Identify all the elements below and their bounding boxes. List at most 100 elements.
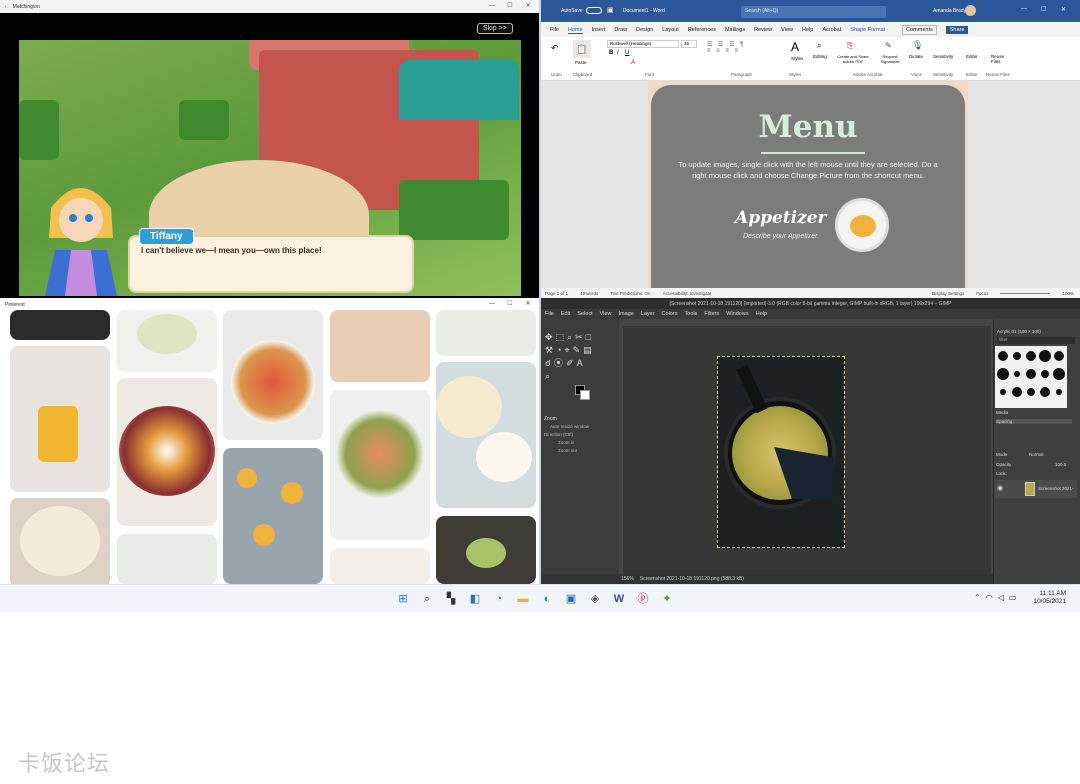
- layer-name[interactable]: Screenshot 2021-: [1038, 486, 1074, 491]
- font-name-select[interactable]: Rockwell (Headings): [607, 40, 679, 48]
- tab-references[interactable]: References: [688, 27, 716, 33]
- italic-button[interactable]: I: [617, 50, 619, 56]
- pin-card[interactable]: [117, 378, 217, 526]
- menu-instructions[interactable]: To update images, single click with the …: [675, 159, 941, 181]
- tab-design[interactable]: Design: [636, 27, 653, 33]
- tool-icons[interactable]: ✥⬚⌕✂□ ⚒◔⌖✎▤ ☌⦿✐A ⌕: [545, 331, 615, 383]
- layer-row[interactable]: ◉ Screenshot 2021-: [995, 480, 1077, 498]
- underline-button[interactable]: U: [625, 50, 629, 56]
- pin-card[interactable]: [10, 498, 110, 584]
- user-name[interactable]: Amanda Brady: [933, 8, 966, 14]
- game-titlebar[interactable]: ‹ Matchington: [0, 0, 539, 13]
- opacity-value[interactable]: 100.0: [1055, 462, 1066, 467]
- pinterest-taskbar-icon[interactable]: ⓟ: [634, 590, 652, 608]
- maximize-icon[interactable]: ☐: [1041, 6, 1046, 13]
- pin-card[interactable]: [223, 310, 323, 440]
- sensitivity-button[interactable]: Sensitivity: [933, 54, 953, 59]
- start-icon[interactable]: ⊞: [394, 590, 412, 608]
- tab-file[interactable]: File: [550, 27, 559, 33]
- minimize-icon[interactable]: —: [483, 0, 501, 13]
- bold-button[interactable]: B: [609, 50, 613, 56]
- media-label[interactable]: Media: [996, 410, 1008, 415]
- editing-button[interactable]: Editing: [813, 54, 827, 59]
- menu-edit[interactable]: Edit: [561, 311, 570, 317]
- pin-card[interactable]: [436, 362, 536, 508]
- tab-view[interactable]: View: [781, 27, 793, 33]
- create-pdf-button[interactable]: Create and Share Adobe PDF: [835, 54, 871, 64]
- autosave-toggle[interactable]: [586, 7, 602, 14]
- chat-icon[interactable]: ◔: [490, 590, 508, 608]
- undo-icon[interactable]: ↶: [551, 43, 559, 54]
- menu-select[interactable]: Select: [577, 311, 592, 317]
- spacing-label[interactable]: Spacing: [996, 419, 1072, 424]
- pin-card[interactable]: [10, 310, 110, 340]
- layer-mode-select[interactable]: Normal: [1029, 452, 1044, 457]
- paragraph-controls[interactable]: ☰ ☰ ☰ ¶ ≡ ≡ ≡ ≡: [707, 41, 787, 63]
- pin-card[interactable]: [117, 534, 217, 584]
- auto-resize-checkbox[interactable]: Auto-resize window: [550, 424, 589, 429]
- pin-card[interactable]: [117, 310, 217, 372]
- speaker-icon[interactable]: ◁: [998, 593, 1004, 602]
- menu-card[interactable]: Menu To update images, single click with…: [651, 85, 965, 288]
- word-taskbar-icon[interactable]: W: [610, 590, 628, 608]
- document-page[interactable]: Menu To update images, single click with…: [648, 81, 968, 288]
- avatar[interactable]: [965, 5, 976, 16]
- pin-card[interactable]: [436, 516, 536, 584]
- search-input[interactable]: Search (Alt+Q): [741, 6, 886, 18]
- back-icon[interactable]: ‹: [5, 4, 7, 10]
- autosave-label[interactable]: AutoSave: [561, 8, 583, 14]
- pin-card[interactable]: [330, 548, 430, 584]
- chevron-up-icon[interactable]: ⌃: [974, 593, 981, 602]
- menu-filters[interactable]: Filters: [704, 311, 719, 317]
- zoom-level[interactable]: 100%: [1062, 291, 1074, 296]
- zoom-slider[interactable]: [1000, 292, 1051, 294]
- tab-draw[interactable]: Draw: [614, 27, 627, 33]
- menu-windows[interactable]: Windows: [726, 311, 748, 317]
- search-icon[interactable]: ⌕: [817, 41, 821, 51]
- pin-card[interactable]: [10, 346, 110, 492]
- game-window[interactable]: ‹ Matchington — ☐ ✕ Skip >> Tiffany I ca…: [0, 0, 539, 298]
- save-icon[interactable]: ▣: [607, 6, 614, 14]
- document-area[interactable]: Menu To update images, single click with…: [541, 81, 1080, 288]
- gimp-taskbar-icon[interactable]: ◈: [586, 590, 604, 608]
- page-count[interactable]: Page 1 of 1: [545, 291, 568, 296]
- word-window[interactable]: AutoSave ▣ Document1 - Word Search (Alt+…: [541, 0, 1080, 298]
- menu-title[interactable]: Menu: [651, 109, 965, 145]
- pin-card[interactable]: [223, 448, 323, 584]
- brushes-grid[interactable]: [995, 346, 1067, 408]
- comments-button[interactable]: Comments: [902, 25, 937, 35]
- pin-card[interactable]: [330, 310, 430, 382]
- paste-button[interactable]: 📋: [573, 40, 591, 58]
- file-explorer-icon[interactable]: ▬: [514, 590, 532, 608]
- close-icon[interactable]: ✕: [1061, 6, 1066, 13]
- zoom-select[interactable]: 156%: [621, 576, 634, 582]
- focus-button[interactable]: Focus: [976, 291, 988, 296]
- styles-button[interactable]: A: [791, 40, 799, 54]
- font-color-button[interactable]: A: [631, 60, 635, 66]
- search-icon[interactable]: ⌕: [418, 590, 436, 608]
- display-settings[interactable]: Display Settings: [932, 291, 964, 296]
- brush-previews[interactable]: [995, 346, 1067, 408]
- image-canvas[interactable]: [623, 326, 991, 576]
- tab-shape-format[interactable]: Shape Format: [850, 27, 885, 33]
- system-tray[interactable]: ⌃ ◠ ◁ ▭: [974, 593, 1016, 602]
- skip-button[interactable]: Skip >>: [477, 23, 513, 34]
- menu-colors[interactable]: Colors: [662, 311, 678, 317]
- reuse-files-button[interactable]: Reuse Files: [991, 54, 1007, 64]
- visibility-eye-icon[interactable]: ◉: [997, 484, 1003, 492]
- frittata-image[interactable]: [717, 356, 845, 548]
- accessibility-status[interactable]: Accessibility: Investigate: [663, 291, 712, 296]
- close-icon[interactable]: ✕: [519, 0, 537, 13]
- battery-icon[interactable]: ▭: [1009, 593, 1017, 602]
- tab-mailings[interactable]: Mailings: [725, 27, 745, 33]
- zoom-in-radio[interactable]: Zoom in: [558, 440, 574, 445]
- edge-icon[interactable]: ◐: [538, 590, 556, 608]
- request-signatures-button[interactable]: Request Signatures: [875, 54, 905, 64]
- background-color[interactable]: [580, 390, 590, 400]
- menu-tools[interactable]: Tools: [684, 311, 697, 317]
- tab-help[interactable]: Help: [802, 27, 813, 33]
- menu-file[interactable]: File: [545, 311, 554, 317]
- zoom-out-radio[interactable]: Zoom out: [558, 448, 577, 453]
- widgets-icon[interactable]: ◧: [466, 590, 484, 608]
- word-titlebar[interactable]: AutoSave ▣ Document1 - Word Search (Alt+…: [541, 0, 1080, 22]
